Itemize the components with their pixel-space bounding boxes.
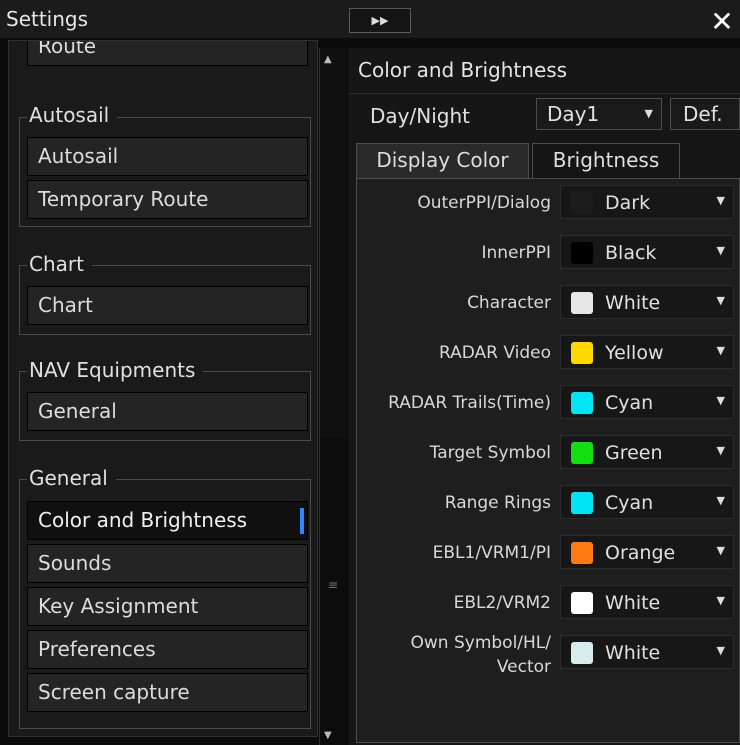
panel-title: Color and Brightness [358, 58, 568, 82]
chevron-down-icon: ▼ [716, 344, 725, 357]
scroll-up-icon[interactable]: ▲ [324, 54, 332, 65]
color-select[interactable]: Black ▼ [560, 235, 734, 269]
sidebar-item-temporary-route[interactable]: Temporary Route [27, 180, 308, 219]
chevron-down-icon: ▼ [716, 594, 725, 607]
color-value: White [605, 592, 661, 614]
color-value: Cyan [605, 492, 654, 514]
color-row-label: RADAR Video [438, 343, 551, 363]
default-button[interactable]: Def. [670, 98, 740, 130]
sidebar-item-sounds[interactable]: Sounds [27, 544, 308, 583]
scroll-down-icon[interactable]: ▼ [324, 730, 332, 741]
color-row-label: Target Symbol [429, 443, 551, 463]
group-title-chart: Chart [27, 252, 92, 276]
sidebar-item-nav-general[interactable]: General [27, 392, 308, 431]
divider [348, 93, 740, 94]
scrollbar-thumb[interactable] [320, 48, 346, 438]
sidebar-item-label: Color and Brightness [38, 508, 248, 532]
color-row-label: OuterPPI/Dialog [417, 193, 551, 213]
color-value: White [605, 292, 661, 314]
color-select[interactable]: Yellow ▼ [560, 335, 734, 369]
close-button[interactable]: ✕ [708, 8, 736, 36]
group-title-general: General [27, 466, 116, 490]
title-bar: Settings ▶▶ ✕ [0, 0, 740, 38]
color-brightness-panel: Color and Brightness Day/Night Day1 ▼ De… [348, 48, 740, 745]
sidebar-item-autosail[interactable]: Autosail [27, 137, 308, 176]
chevron-down-icon: ▼ [716, 544, 725, 557]
group-title-autosail: Autosail [27, 103, 118, 127]
color-row-label: EBL2/VRM2 [453, 593, 551, 613]
chevron-down-icon: ▼ [716, 444, 725, 457]
color-value: Yellow [605, 342, 664, 364]
color-swatch [571, 642, 593, 664]
color-row-label: RADAR Trails(Time) [388, 393, 551, 413]
color-value: Green [605, 442, 663, 464]
close-icon: ✕ [710, 5, 734, 38]
sidebar-item-key-assignment[interactable]: Key Assignment [27, 587, 308, 626]
settings-navigation: Route Autosail Autosail Temporary Route … [8, 40, 318, 737]
color-select[interactable]: White ▼ [560, 285, 734, 319]
color-swatch [571, 192, 593, 214]
chevron-down-icon: ▼ [716, 394, 725, 407]
chevron-down-icon: ▼ [716, 494, 725, 507]
display-color-list: OuterPPI/Dialog Dark ▼ InnerPPI Black ▼ Charac… [356, 178, 740, 743]
color-value: Dark [605, 192, 651, 214]
color-select[interactable]: Cyan ▼ [560, 385, 734, 419]
color-swatch [571, 542, 593, 564]
chevron-down-icon: ▼ [716, 644, 725, 657]
color-select[interactable]: White ▼ [560, 585, 734, 619]
color-select[interactable]: Orange ▼ [560, 535, 734, 569]
color-swatch [571, 292, 593, 314]
color-value: Cyan [605, 392, 654, 414]
color-select[interactable]: Dark ▼ [560, 185, 734, 219]
sidebar-scrollbar[interactable]: ▲ ≡ ▼ [319, 48, 346, 745]
color-value: Black [605, 242, 657, 264]
day-night-select[interactable]: Day1 ▼ [536, 98, 662, 130]
sidebar-item-chart[interactable]: Chart [27, 286, 308, 325]
color-select[interactable]: Cyan ▼ [560, 485, 734, 519]
sidebar-item-screen-capture[interactable]: Screen capture [27, 673, 308, 712]
color-row-label: Own Symbol/HL/ Vector [410, 633, 552, 677]
color-swatch [571, 242, 593, 264]
window-title: Settings [6, 7, 89, 31]
color-swatch [571, 342, 593, 364]
sidebar-item-color-and-brightness[interactable]: Color and Brightness [27, 501, 308, 540]
day-night-label: Day/Night [370, 104, 470, 128]
color-swatch [571, 442, 593, 464]
group-title-nav-equipments: NAV Equipments [27, 358, 204, 382]
color-swatch [571, 592, 593, 614]
sidebar-item-preferences[interactable]: Preferences [27, 630, 308, 669]
color-value: Orange [605, 542, 676, 564]
selection-indicator [300, 508, 304, 534]
day-night-value: Day1 [547, 102, 600, 126]
color-swatch [571, 492, 593, 514]
color-row-label: InnerPPI [481, 243, 551, 263]
color-row-label: Range Rings [444, 493, 551, 513]
sidebar-item-route[interactable]: Route [27, 41, 308, 66]
tab-display-color[interactable]: Display Color [356, 143, 529, 179]
chevron-down-icon: ▼ [644, 107, 653, 120]
color-select[interactable]: White ▼ [560, 635, 734, 669]
chevron-down-icon: ▼ [716, 194, 725, 207]
color-row-label: Character [467, 293, 551, 313]
grip-icon: ≡ [328, 578, 339, 592]
color-value: White [605, 642, 661, 664]
color-select[interactable]: Green ▼ [560, 435, 734, 469]
double-chevron-right-icon: ▶▶ [371, 14, 389, 27]
chevron-down-icon: ▼ [716, 294, 725, 307]
chevron-down-icon: ▼ [716, 244, 725, 257]
color-row-label: EBL1/VRM1/PI [432, 543, 551, 563]
tab-brightness[interactable]: Brightness [532, 143, 680, 179]
expand-button[interactable]: ▶▶ [349, 8, 411, 33]
color-swatch [571, 392, 593, 414]
